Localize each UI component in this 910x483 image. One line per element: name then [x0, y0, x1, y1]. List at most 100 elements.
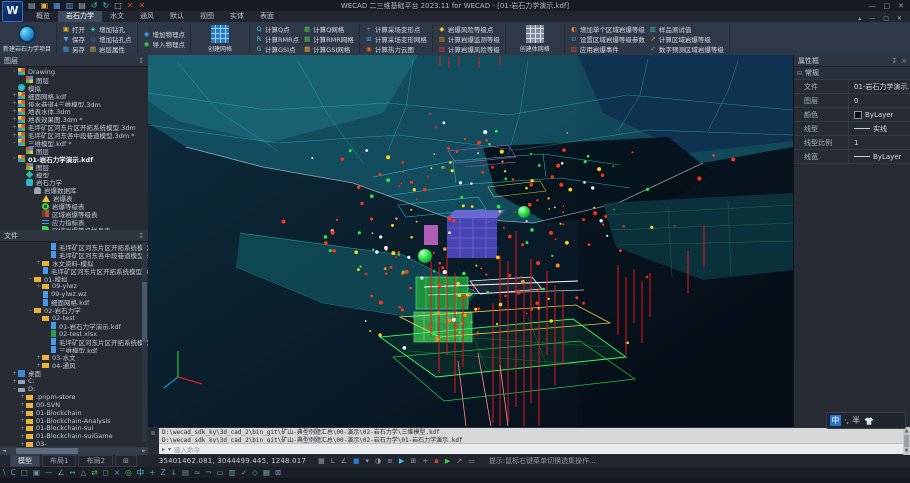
ribbon-button-计算RMR网格[interactable]: ▦计算RMR网格 — [303, 34, 354, 44]
ribbon-button-计算岩爆监测等级[interactable]: ▥计算岩爆监测等级 — [438, 34, 500, 44]
file-item-00-SVN[interactable]: +00-SVN — [0, 401, 148, 409]
open-folder-icon[interactable]: ▣ — [41, 1, 49, 11]
files-vertical-scrollbar[interactable] — [142, 242, 147, 442]
command-panel-grip[interactable]: ≣ — [148, 427, 158, 455]
command-scrollbar[interactable]: ▲▼ — [903, 427, 910, 455]
triangle-icon[interactable]: △ — [81, 468, 87, 478]
line-icon[interactable]: \ — [3, 468, 6, 478]
expand-toggle-icon[interactable]: + — [11, 100, 18, 107]
ribbon-button-计算GSI网格[interactable]: ▦计算GSI网格 — [303, 44, 354, 54]
erase-icon[interactable]: × — [114, 468, 120, 478]
pin-icon[interactable]: ↧ — [138, 232, 144, 240]
new-file-icon[interactable]: ▤ — [28, 1, 36, 11]
ribbon-button-增加物理点[interactable]: ◉增加物理点 — [143, 29, 186, 39]
ribbon-tab-表面[interactable]: 表面 — [252, 11, 282, 22]
expand-toggle-icon[interactable]: + — [19, 425, 26, 432]
center-icon[interactable]: 中 — [137, 468, 145, 478]
layer-item-地表效果图.3dm *[interactable]: +地表效果图.3dm * — [0, 115, 148, 123]
close-button[interactable]: ✕ — [898, 2, 904, 10]
polar-icon[interactable]: ∠ — [341, 457, 347, 466]
ribbon-button-计算热力云图[interactable]: ◉计算热力云图 — [365, 44, 427, 54]
expand-toggle-icon[interactable]: + — [19, 433, 26, 440]
lineweight-icon[interactable]: ≡ — [387, 457, 393, 466]
zoom-icon[interactable]: Z — [160, 468, 165, 478]
property-value[interactable]: 0 — [849, 97, 858, 105]
expand-toggle-icon[interactable]: - — [11, 68, 18, 75]
ribbon-tab-概览[interactable]: 概览 — [28, 11, 58, 22]
file-item-毛坪矿区河东各中段巷道模型.3dm[interactable]: 毛坪矿区河东各中段巷道模型.3dm — [0, 251, 148, 259]
plus-icon[interactable]: + — [149, 468, 155, 478]
expand-toggle-icon[interactable]: + — [19, 409, 26, 416]
file-item-.pnpm-store[interactable]: +.pnpm-store — [0, 393, 148, 401]
ribbon-button-设置区域岩爆等级参数[interactable]: ⊙设置区域岩爆等级参数 — [570, 34, 645, 44]
file-item-09-ylwz[interactable]: +09-ylwz — [0, 282, 148, 290]
property-row-颜色[interactable]: 颜色ByLayer — [794, 108, 910, 122]
snap-icon[interactable]: ■ — [353, 457, 360, 466]
expand-toggle-icon[interactable]: - — [35, 314, 42, 321]
layer-item-岩爆数据库[interactable]: -岩爆数据库 — [0, 186, 148, 194]
file-item-03-水文[interactable]: +03-水文 — [0, 353, 148, 361]
fly-icon[interactable]: ▶ — [445, 457, 450, 466]
minimize-button[interactable]: — — [869, 2, 876, 10]
swap-icon[interactable]: ⇄ — [91, 468, 97, 478]
file-item-02-test[interactable]: -02-test — [0, 314, 148, 322]
maximize-button[interactable]: □ — [884, 2, 891, 10]
property-row-线型比例[interactable]: 线型比例1 — [794, 136, 910, 150]
ribbon-button-计算Q点[interactable]: Q计算Q点 — [255, 24, 299, 34]
ribbon-tab-视图[interactable]: 视图 — [192, 11, 222, 22]
ribbon-button-岩层属性[interactable]: ▤岩层属性 — [89, 44, 132, 54]
layout-tab-布局1[interactable]: 布局1 — [42, 455, 76, 467]
scale-icon[interactable]: ↗ — [456, 457, 462, 466]
corner-icon[interactable]: ¬ — [205, 468, 211, 478]
expand-toggle-icon[interactable]: + — [19, 393, 26, 400]
ribbon-tab-通风[interactable]: 通风 — [132, 11, 162, 22]
ribbon-tab-水文[interactable]: 水文 — [102, 11, 132, 22]
ribbon-button-样品测试值[interactable]: ▥样品测试值 — [649, 24, 724, 34]
layer-item-应力指标表[interactable]: 应力指标表 — [0, 218, 148, 226]
layers-icon[interactable]: ▤ — [182, 468, 189, 478]
ribbon-button-另存[interactable]: ▦另存 — [62, 44, 85, 54]
expand-toggle-icon[interactable]: - — [11, 385, 18, 392]
ribbon-button-增加单个区域岩爆等级[interactable]: ◐增加单个区域岩爆等级 — [570, 24, 645, 34]
close-doc-icon[interactable]: ✕ — [127, 1, 134, 11]
ribbon-tab-实体[interactable]: 实体 — [222, 11, 252, 22]
file-item-水文资料-模拟[interactable]: +水文资料-模拟 — [0, 259, 148, 267]
ribbon-button-保存[interactable]: ▼保存 — [62, 34, 85, 44]
layer-item-区域岩爆等级表[interactable]: 区域岩爆等级表 — [0, 210, 148, 218]
layer-item-三维模型.kdf *[interactable]: -三维模型.kdf * — [0, 139, 148, 147]
expand-toggle-icon[interactable]: + — [11, 124, 18, 131]
print-icon[interactable]: ▤ — [78, 1, 86, 11]
ribbon-tab-岩石力学[interactable]: 岩石力学 — [58, 11, 102, 22]
file-item-毛坪矿区河东片区开拓系统模型.3d[interactable]: 毛坪矿区河东片区开拓系统模型.3d — [0, 243, 148, 251]
pin-icon[interactable]: ↧ — [891, 57, 897, 65]
ribbon-button-计算Q网格[interactable]: ▦计算Q网格 — [303, 24, 354, 34]
circle-icon[interactable]: ◎ — [125, 468, 132, 478]
ribbon-button-增加钻孔点[interactable]: ◇增加钻孔点 — [89, 34, 132, 44]
doc-ribbon-toggle-button[interactable]: ▴ — [858, 15, 861, 22]
layer-item-细面网格.kdf[interactable]: +细面网格.kdf — [0, 92, 148, 100]
file-item-桌面[interactable]: +桌面 — [0, 369, 148, 377]
ribbon-button-打开[interactable]: ▣打开 — [62, 24, 85, 34]
arc-icon[interactable]: C — [11, 468, 16, 478]
layer-item-图层[interactable]: 图层 — [0, 163, 148, 171]
properties-section-general[interactable]: ⊟ 常规 — [794, 67, 910, 80]
dropdown-icon[interactable]: ▾ — [168, 446, 171, 453]
layer-item-模拟[interactable]: 模拟 — [0, 84, 148, 92]
layer-item-模型[interactable]: 模型 — [0, 171, 148, 179]
rect-icon[interactable]: □ — [21, 468, 28, 478]
fullscreen-icon[interactable]: ▭ — [468, 457, 475, 466]
ribbon-button-计算采场变形点[interactable]: +计算采场变形点 — [365, 24, 427, 34]
ime-punctuation-toggle[interactable]: ·, — [844, 414, 849, 427]
property-row-线宽[interactable]: 线宽ByLayer — [794, 150, 910, 164]
move-icon[interactable]: ↔ — [69, 468, 75, 478]
ribbon-button-计算岩爆风险等级[interactable]: ▥计算岩爆风险等级 — [438, 44, 500, 54]
hatch-icon[interactable]: ▣ — [33, 468, 40, 478]
expand-toggle-icon[interactable]: + — [11, 378, 18, 385]
down-icon[interactable]: ↓ — [171, 468, 177, 478]
polyline-icon[interactable]: — — [45, 468, 53, 478]
property-value[interactable]: ByLayer — [849, 153, 901, 161]
ribbon-button-计算RMR点[interactable]: R计算RMR点 — [255, 34, 299, 44]
boxx-icon[interactable]: ⊠ — [275, 468, 281, 478]
save-all-icon[interactable]: ▥ — [66, 1, 74, 11]
layer-item-毛坪矿区河东各中段巷道模型.3dm *[interactable]: +毛坪矿区河东各中段巷道模型.3dm * — [0, 131, 148, 139]
